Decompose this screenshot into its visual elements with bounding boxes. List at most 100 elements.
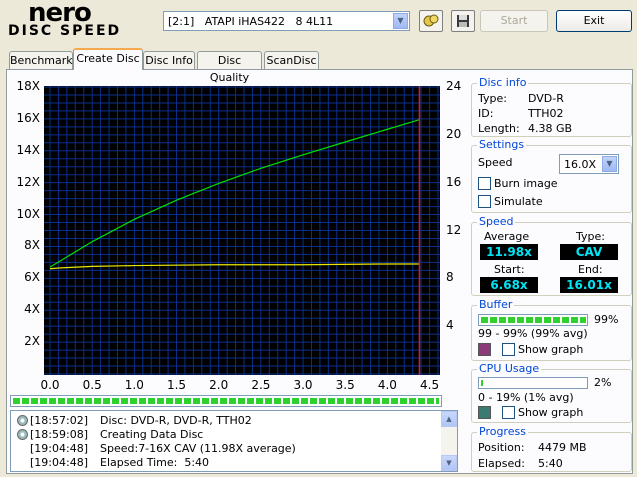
speed-chart — [44, 86, 440, 375]
log-item: [19:04:48] Elapsed Time: 5:40 — [30, 456, 210, 469]
buffer-color-swatch[interactable] — [478, 343, 491, 356]
cpu-title: CPU Usage — [477, 362, 542, 375]
chevron-down-icon[interactable]: ▼ — [393, 13, 408, 29]
event-log[interactable]: [18:57:02] Disc: DVD-R, DVD-R, TTH02 [18:… — [10, 410, 458, 472]
y-right-tick-label: 12 — [446, 222, 462, 237]
y-right-tick-label: 20 — [446, 126, 462, 141]
settings-group: Settings Speed 16.0X ▼ Burn image Simula… — [471, 138, 632, 213]
disc-id-label: ID: — [478, 107, 494, 120]
cpu-bar-fill — [481, 380, 484, 386]
y-right-tick-label: 16 — [446, 174, 462, 189]
x-tick-label: 2.0 — [209, 378, 229, 392]
x-tick-label: 2.5 — [251, 378, 271, 392]
x-tick-label: 4.0 — [377, 378, 397, 392]
x-tick-label: 0.5 — [82, 378, 102, 392]
disc-type-label: Type: — [478, 92, 507, 105]
tab-scandisc[interactable]: ScanDisc — [264, 51, 319, 69]
tab-disc-info[interactable]: Disc Info — [143, 51, 195, 69]
drive-info-button[interactable] — [419, 10, 443, 32]
info-disc-icon — [17, 415, 28, 426]
buffer-group: Buffer 99% 99 - 99% (99% avg) Show graph — [471, 298, 632, 361]
x-tick-label: 1.0 — [124, 378, 144, 392]
exit-button[interactable]: Exit — [556, 10, 632, 32]
burn-image-label: Burn image — [494, 177, 558, 190]
disc-id-value: TTH02 — [528, 107, 564, 120]
log-item: [18:59:08] Creating Data Disc — [17, 428, 203, 442]
speed-title: Speed — [477, 215, 516, 228]
log-item: [19:04:48] Speed:7-16X CAV (11.98X averag… — [30, 442, 296, 455]
speed-average-value: 11.98x — [480, 244, 538, 260]
start-button[interactable]: Start — [480, 10, 548, 32]
series-line-0 — [49, 119, 420, 268]
drive-select[interactable]: [2:1] ATAPI iHAS422 8 4L11 ▼ — [163, 11, 410, 31]
tab-create-disc[interactable]: Create Disc — [73, 48, 143, 70]
cpu-show-graph-checkbox[interactable] — [502, 406, 515, 419]
cpu-show-graph-label: Show graph — [518, 406, 584, 419]
y-right-tick-label: 4 — [446, 318, 454, 333]
y-left-tick-label: 8X — [24, 238, 40, 253]
speed-group: Speed Average 11.98x Type: CAV Start: 6.… — [471, 215, 632, 296]
speed-end-value: 16.01x — [560, 277, 618, 293]
y-left-tick-label: 2X — [24, 334, 40, 349]
disc-info-title: Disc info — [477, 76, 529, 89]
buffer-show-graph-label: Show graph — [518, 343, 584, 356]
cpu-bar — [478, 377, 588, 389]
speed-end-label: End: — [578, 263, 603, 276]
y-left-tick-label: 16X — [16, 110, 41, 125]
buffer-title: Buffer — [477, 298, 515, 311]
simulate-label: Simulate — [494, 195, 543, 208]
speed-select[interactable]: 16.0X ▼ — [559, 154, 619, 174]
buffer-bar-fill — [481, 317, 586, 323]
progress-elapsed-label: Elapsed: — [478, 457, 525, 470]
save-icon — [457, 15, 469, 27]
speed-average-label: Average — [484, 230, 530, 243]
tab-benchmark[interactable]: Benchmark — [9, 51, 73, 69]
save-button[interactable] — [451, 10, 475, 32]
progress-title: Progress — [477, 425, 528, 438]
settings-title: Settings — [477, 138, 527, 151]
x-tick-label: 0.0 — [40, 378, 60, 392]
drive-select-value: [2:1] ATAPI iHAS422 8 4L11 — [168, 15, 334, 28]
speed-type-label: Type: — [576, 230, 605, 243]
speed-start-label: Start: — [494, 263, 525, 276]
cpu-color-swatch[interactable] — [478, 406, 491, 419]
y-right-tick-label: 8 — [446, 270, 454, 285]
disc-length-label: Length: — [478, 122, 520, 135]
speed-type-value: CAV — [560, 244, 618, 260]
disc-info-group: Disc info Type: DVD-R ID: TTH02 Length: … — [471, 76, 632, 137]
tab-disc-quality[interactable]: Disc Quality — [197, 51, 262, 84]
chevron-down-icon[interactable]: ▼ — [602, 156, 617, 172]
simulate-checkbox[interactable] — [478, 195, 491, 208]
buffer-percent: 99% — [594, 313, 619, 326]
y-left-tick-label: 4X — [24, 302, 40, 317]
y-right-tick-label: 24 — [446, 79, 462, 93]
scroll-down-icon[interactable]: ▼ — [441, 455, 457, 471]
log-item: [18:57:02] Disc: DVD-R, DVD-R, TTH02 — [17, 414, 252, 428]
burn-image-checkbox[interactable] — [478, 177, 491, 190]
progress-elapsed-value: 5:40 — [538, 457, 563, 470]
buffer-bar — [478, 314, 588, 326]
buffer-range: 99 - 99% (99% avg) — [478, 327, 588, 340]
y-left-tick-label: 12X — [16, 174, 41, 189]
x-tick-label: 3.5 — [335, 378, 355, 392]
scroll-up-icon[interactable]: ▲ — [441, 411, 457, 427]
speed-chart-plot — [44, 86, 440, 375]
disc-length-value: 4.38 GB — [528, 122, 573, 135]
burn-progress-bar — [10, 395, 442, 407]
info-disc-icon — [17, 429, 28, 440]
y-left-tick-label: 10X — [16, 206, 41, 221]
speed-start-value: 6.68x — [480, 277, 538, 293]
cpu-percent: 2% — [594, 376, 612, 389]
y-left-tick-label: 6X — [24, 270, 40, 285]
log-scrollbar[interactable]: ▲ ▼ — [441, 411, 457, 471]
cpu-group: CPU Usage 2% 0 - 19% (1% avg) Show graph — [471, 362, 632, 423]
x-tick-label: 4.5 — [420, 378, 440, 392]
progress-position-label: Position: — [478, 441, 525, 454]
progress-position-value: 4479 MB — [538, 441, 587, 454]
drive-info-icon — [423, 14, 439, 27]
speed-label: Speed — [478, 156, 513, 169]
disc-speed-logo: DISC SPEED — [8, 23, 122, 39]
progress-group: Progress Position: 4479 MB Elapsed: 5:40 — [471, 425, 632, 472]
x-tick-label: 3.0 — [293, 378, 313, 392]
buffer-show-graph-checkbox[interactable] — [502, 343, 515, 356]
